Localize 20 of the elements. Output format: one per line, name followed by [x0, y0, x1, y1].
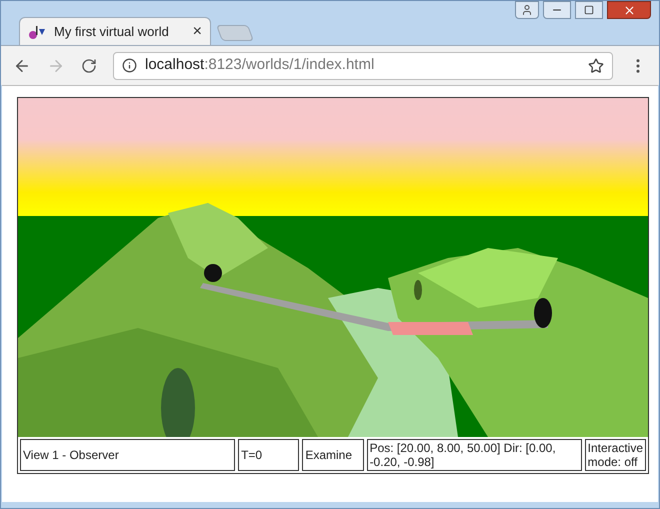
- reload-icon[interactable]: [81, 58, 97, 74]
- maximize-icon: [584, 5, 594, 15]
- url-text: localhost:8123/worlds/1/index.html: [145, 55, 376, 76]
- tab-close-button[interactable]: ×: [192, 24, 202, 40]
- user-icon: [521, 4, 533, 16]
- bookmark-star-icon[interactable]: [588, 58, 604, 74]
- maximize-button[interactable]: [575, 1, 603, 19]
- address-bar[interactable]: localhost:8123/worlds/1/index.html: [113, 52, 613, 80]
- info-icon: [122, 58, 137, 73]
- close-icon: [622, 4, 636, 16]
- close-window-button[interactable]: [607, 1, 651, 19]
- music-note-icon: [28, 24, 46, 38]
- status-field: T=0: [238, 439, 300, 471]
- browser-tab[interactable]: My first virtual world ×: [19, 17, 211, 45]
- status-field: View 1 - Observer: [20, 439, 236, 471]
- tab-title: My first virtual world: [54, 22, 170, 41]
- status-field: Examine: [302, 439, 364, 471]
- profile-button[interactable]: [515, 1, 539, 19]
- status-field: Pos: [20.00, 8.00, 50.00] Dir: [0.00, -0.20, -0.98]: [366, 439, 582, 471]
- status-field: Interactive mode: off: [584, 439, 646, 471]
